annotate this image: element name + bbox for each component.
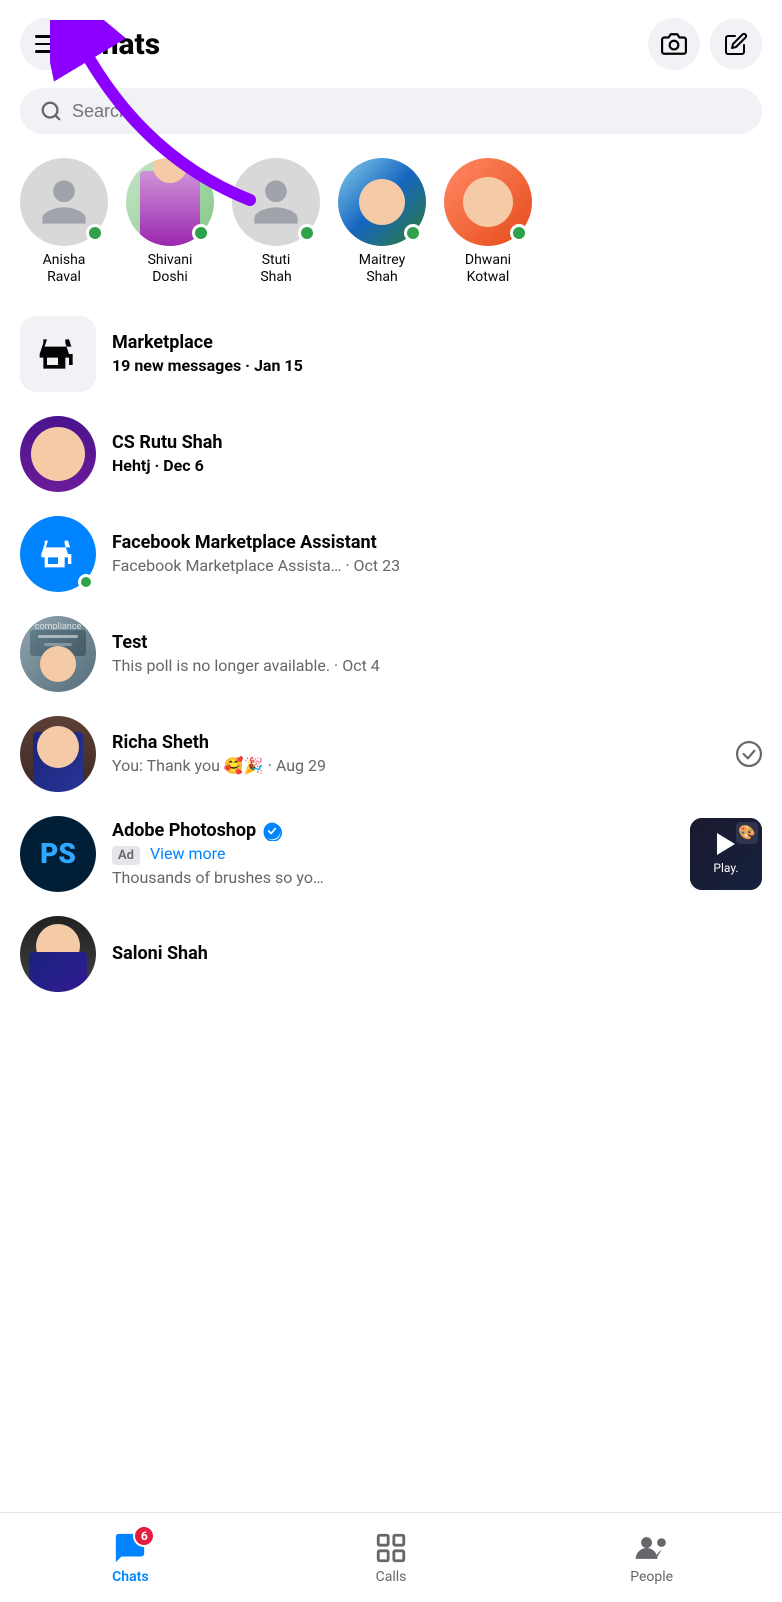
story-name: DhwaniKotwal: [465, 252, 511, 286]
search-input[interactable]: [72, 101, 742, 122]
chat-meta: Facebook Marketplace Assista… · Oct 23: [112, 556, 762, 575]
chat-name: Marketplace: [112, 332, 762, 353]
chat-meta: 19 new messages · Jan 15: [112, 356, 762, 375]
chat-name: Test: [112, 632, 762, 653]
ad-view-more[interactable]: View more: [150, 844, 225, 863]
chat-avatar: [20, 716, 96, 792]
chat-content: Test This poll is no longer available. ·…: [112, 632, 762, 675]
header: 1 Chats: [0, 0, 782, 80]
chat-item[interactable]: CS Rutu Shah Hehtj · Dec 6: [0, 404, 782, 504]
chat-meta: Hehtj · Dec 6: [112, 456, 762, 475]
store-icon: [36, 332, 80, 376]
chat-name: Facebook Marketplace Assistant: [112, 532, 762, 553]
chat-item[interactable]: Marketplace 19 new messages · Jan 15: [0, 304, 782, 404]
chat-avatar: [20, 416, 96, 492]
chat-content: Adobe Photoshop Ad View more Thousands o…: [112, 820, 674, 887]
avatar: [126, 158, 214, 246]
chat-meta: Ad View more: [112, 844, 674, 865]
nav-item-chats[interactable]: 6 Chats: [0, 1523, 261, 1593]
chat-name: Saloni Shah: [112, 943, 762, 964]
ad-badge: Ad: [112, 846, 140, 865]
read-receipt-icon: [736, 741, 762, 767]
chat-item[interactable]: compliance Test This poll is no longer a…: [0, 604, 782, 704]
chat-content: Richa Sheth You: Thank you 🥰🎉 · Aug 29: [112, 732, 720, 775]
ad-thumbnail[interactable]: 🎨 Play.: [690, 818, 762, 890]
story-name: ShivaniDoshi: [148, 252, 193, 286]
online-indicator: [86, 224, 104, 242]
fb-marketplace-avatar: [20, 516, 96, 592]
online-indicator: [404, 224, 422, 242]
ad-play-label: Play.: [713, 861, 738, 875]
chat-avatar: compliance: [20, 616, 96, 692]
chat-item[interactable]: Richa Sheth You: Thank you 🥰🎉 · Aug 29: [0, 704, 782, 804]
nav-item-calls[interactable]: Calls: [261, 1523, 522, 1593]
chat-content: Marketplace 19 new messages · Jan 15: [112, 332, 762, 375]
chat-meta: This poll is no longer available. · Oct …: [112, 656, 762, 675]
menu-badge: 1: [50, 20, 70, 40]
nav-icon-wrap: 6: [113, 1531, 147, 1565]
edit-icon: [724, 32, 748, 56]
nav-icon-wrap: [374, 1531, 408, 1565]
nav-item-people[interactable]: People: [521, 1523, 782, 1593]
avatar: [338, 158, 426, 246]
story-name: AnishaRaval: [43, 252, 86, 286]
nav-label: Calls: [376, 1569, 407, 1585]
stories-row: AnishaRaval ShivaniDoshi StutiShah: [0, 148, 782, 304]
story-item[interactable]: MaitreyShah: [338, 158, 426, 286]
avatar: [444, 158, 532, 246]
nav-label: Chats: [112, 1569, 148, 1585]
chat-name: CS Rutu Shah: [112, 432, 762, 453]
chat-name: Richa Sheth: [112, 732, 720, 753]
camera-button[interactable]: [648, 18, 700, 70]
nav-badge: 6: [133, 1525, 155, 1547]
search-icon: [40, 100, 62, 122]
bottom-navigation: 6 Chats Calls People: [0, 1512, 782, 1602]
camera-icon: [661, 31, 687, 57]
story-name: MaitreyShah: [359, 252, 405, 286]
chat-avatar: [20, 916, 96, 992]
marketplace-avatar: [20, 316, 96, 392]
search-bar: [20, 88, 762, 134]
chat-list: Marketplace 19 new messages · Jan 15 CS …: [0, 304, 782, 1104]
people-nav-icon: [633, 1531, 671, 1565]
chat-meta: You: Thank you 🥰🎉 · Aug 29: [112, 756, 720, 775]
play-icon: [717, 833, 735, 855]
story-item[interactable]: StutiShah: [232, 158, 320, 286]
search-wrapper[interactable]: [20, 88, 762, 134]
calls-nav-icon: [374, 1531, 408, 1565]
avatar: [20, 158, 108, 246]
online-indicator: [78, 574, 94, 590]
online-indicator: [192, 224, 210, 242]
marketplace-icon: [38, 534, 78, 574]
page-title: Chats: [82, 27, 648, 62]
story-name: StutiShah: [260, 252, 291, 286]
header-actions: [648, 18, 762, 70]
story-item[interactable]: AnishaRaval: [20, 158, 108, 286]
chat-item[interactable]: PS Adobe Photoshop Ad View more Thousand…: [0, 804, 782, 904]
chat-item[interactable]: Facebook Marketplace Assistant Facebook …: [0, 504, 782, 604]
chat-content: Facebook Marketplace Assistant Facebook …: [112, 532, 762, 575]
ps-avatar: PS: [20, 816, 96, 892]
chat-content: Saloni Shah: [112, 943, 762, 964]
nav-label: People: [630, 1569, 673, 1585]
chat-item[interactable]: Saloni Shah: [0, 904, 782, 1004]
verified-icon: [262, 821, 282, 841]
edit-button[interactable]: [710, 18, 762, 70]
story-item[interactable]: ShivaniDoshi: [126, 158, 214, 286]
online-indicator: [298, 224, 316, 242]
nav-icon-wrap: [633, 1531, 671, 1565]
menu-button[interactable]: 1: [20, 18, 72, 70]
chat-name: Adobe Photoshop: [112, 820, 674, 841]
avatar: [232, 158, 320, 246]
online-indicator: [510, 224, 528, 242]
chat-content: CS Rutu Shah Hehtj · Dec 6: [112, 432, 762, 475]
chat-ad-meta: Thousands of brushes so yo…: [112, 868, 674, 887]
story-item[interactable]: DhwaniKotwal: [444, 158, 532, 286]
